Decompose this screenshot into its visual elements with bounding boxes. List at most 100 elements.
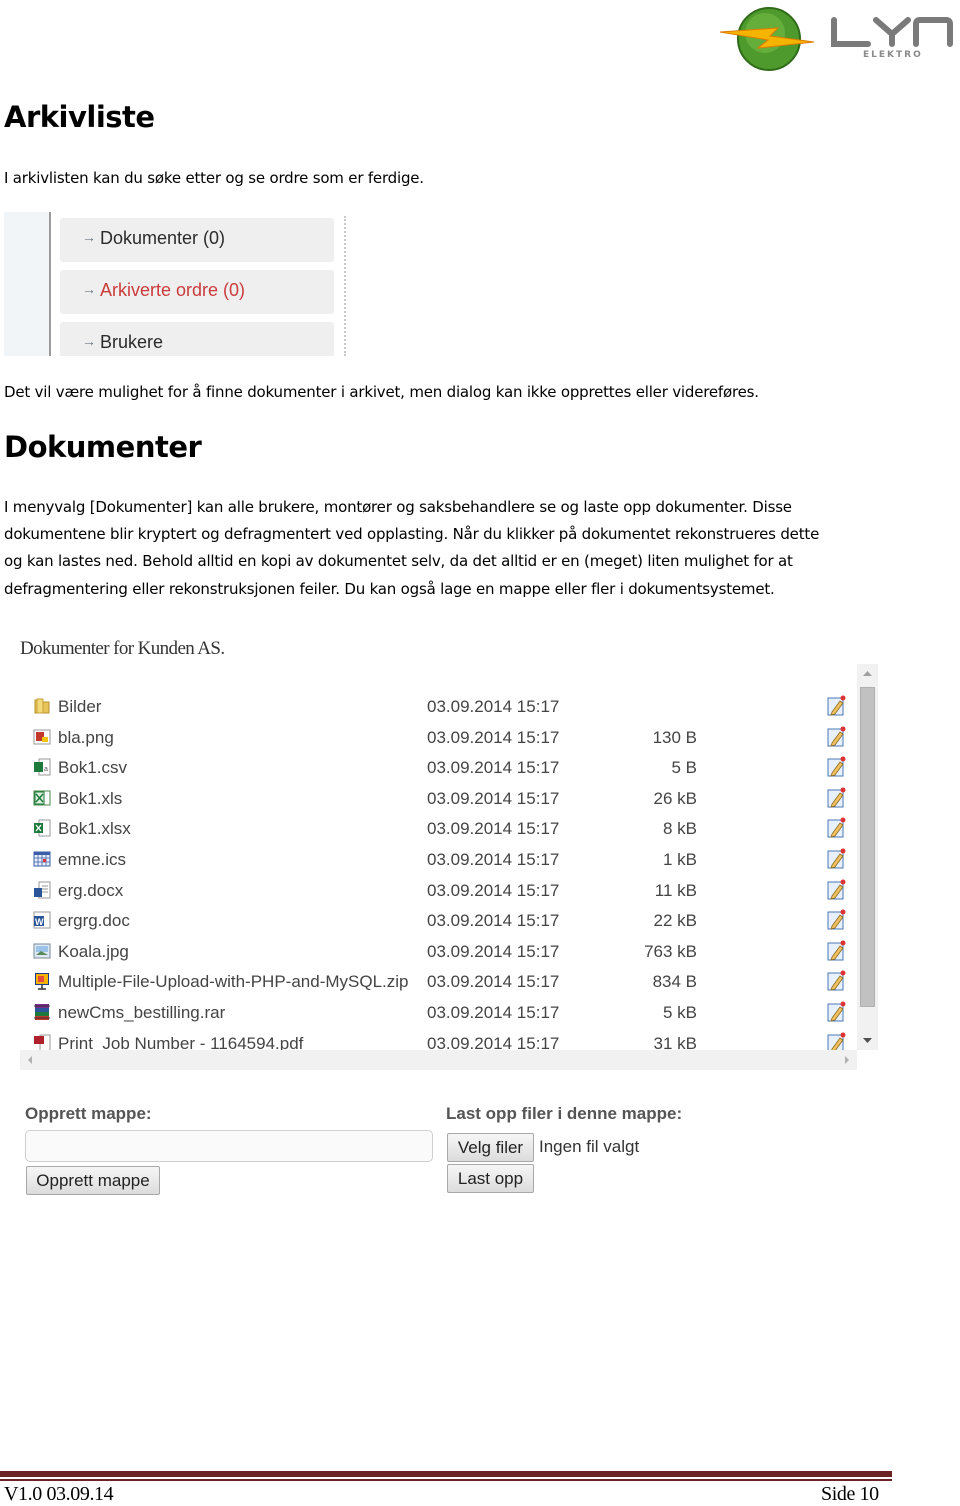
file-row[interactable]: bla.png 03.09.2014 15:17 130 B [20, 723, 855, 753]
file-row[interactable]: newCms_bestilling.rar 03.09.2014 15:17 5 k… [20, 998, 855, 1028]
file-date: 03.09.2014 15:17 [427, 819, 560, 839]
xls-file-icon [32, 788, 52, 808]
svg-text:a: a [44, 766, 48, 773]
menu-item-label: Arkiverte ordre (0) [100, 280, 246, 300]
xlsx-file-icon [32, 818, 52, 838]
paragraph-line: og kan lastes ned. Behold alltid en kopi… [4, 552, 793, 570]
file-date: 03.09.2014 15:17 [427, 788, 560, 808]
folder-name-input[interactable] [25, 1130, 433, 1162]
menu-left-strip [4, 212, 51, 356]
no-file-selected-text: Ingen fil valgt [539, 1137, 640, 1156]
menu-divider [344, 216, 346, 356]
file-row[interactable]: Koala.jpg 03.09.2014 15:17 763 kB [20, 937, 855, 967]
file-browser: Bilder 03.09.2014 15:17 bla.png 03.09.2014 … [20, 664, 878, 1074]
file-name-link[interactable]: Bok1.csv [58, 758, 127, 778]
file-name-link[interactable]: ergrg.doc [58, 911, 130, 931]
choose-files-button[interactable]: Velg filer [447, 1133, 534, 1162]
create-folder-button[interactable]: Opprett mappe [26, 1166, 160, 1195]
file-date: 03.09.2014 15:17 [427, 1033, 560, 1050]
docx-file-icon [32, 880, 52, 900]
scroll-left-arrow-icon[interactable] [20, 1050, 40, 1070]
file-name-link[interactable]: bla.png [58, 728, 114, 748]
arrow-right-icon: → [82, 281, 96, 297]
file-date: 03.09.2014 15:17 [427, 758, 560, 778]
file-row[interactable]: erg.docx 03.09.2014 15:17 11 kB [20, 876, 855, 906]
folder-icon [32, 696, 52, 716]
edit-icon[interactable] [826, 970, 846, 992]
heading-arkivliste: Arkivliste [4, 100, 155, 134]
file-name-link[interactable]: newCms_bestilling.rar [58, 1003, 225, 1023]
edit-icon[interactable] [826, 909, 846, 931]
menu-item-brukere[interactable]: → Brukere [60, 322, 334, 356]
menu-item-arkiverte-ordre[interactable]: → Arkiverte ordre (0) [60, 270, 334, 314]
scroll-right-arrow-icon[interactable] [837, 1050, 857, 1070]
scroll-down-arrow-icon[interactable] [857, 1030, 878, 1050]
file-row[interactable]: Bilder 03.09.2014 15:17 [20, 692, 855, 722]
lyn-elektro-logo: ELEKTRO [718, 2, 958, 74]
file-date: 03.09.2014 15:17 [427, 727, 560, 747]
image-file-icon [32, 941, 52, 961]
file-date: 03.09.2014 15:17 [427, 697, 560, 716]
png-file-icon [32, 727, 52, 747]
edit-icon[interactable] [826, 756, 846, 778]
edit-icon[interactable] [826, 940, 846, 962]
file-date: 03.09.2014 15:17 [427, 880, 560, 900]
arrow-right-icon: → [82, 229, 96, 245]
file-size: 5 kB [662, 1003, 697, 1022]
edit-icon[interactable] [826, 787, 846, 809]
file-size: 8 kB [662, 819, 697, 839]
file-size: 26 kB [653, 788, 697, 808]
edit-icon[interactable] [826, 1001, 846, 1023]
edit-icon[interactable] [826, 848, 846, 870]
menu-item-dokumenter[interactable]: → Dokumenter (0) [60, 218, 334, 262]
zip-file-icon [32, 971, 52, 991]
vertical-scrollbar[interactable] [857, 664, 878, 1050]
file-name-link[interactable]: erg.docx [58, 881, 123, 901]
file-row[interactable]: Print_Job Number - 1164594.pdf 03.09.2014… [20, 1029, 855, 1050]
upload-label: Last opp filer i denne mappe: [446, 1104, 683, 1123]
scrollbar-thumb[interactable] [860, 687, 875, 1007]
menu-item-label: Dokumenter (0) [100, 228, 226, 248]
intro-text: I arkivlisten kan du søke etter og se or… [4, 169, 424, 187]
file-name-link[interactable]: Bok1.xlsx [58, 819, 131, 839]
edit-icon[interactable] [826, 817, 846, 839]
file-row[interactable]: Bok1.xlsx 03.09.2014 15:17 8 kB [20, 814, 855, 844]
edit-icon[interactable] [826, 879, 846, 901]
file-row[interactable]: Wergrg.doc 03.09.2014 15:17 22 kB [20, 906, 855, 936]
create-folder-label: Opprett mappe: [25, 1104, 152, 1123]
file-size: 5 B [671, 758, 697, 778]
edit-icon[interactable] [826, 726, 846, 748]
heading-dokumenter: Dokumenter [4, 430, 202, 464]
file-name-link[interactable]: Bok1.xls [58, 789, 122, 809]
edit-icon[interactable] [826, 695, 846, 717]
file-date: 03.09.2014 15:17 [427, 941, 560, 961]
file-browser-title: Dokumenter for Kunden AS. [20, 638, 225, 659]
paragraph-line: dokumentene blir kryptert og defragmente… [4, 525, 820, 543]
scroll-up-arrow-icon[interactable] [857, 664, 878, 684]
file-size: 31 kB [653, 1033, 697, 1050]
edit-icon[interactable] [826, 1032, 846, 1050]
file-name-link[interactable]: Koala.jpg [58, 942, 129, 962]
file-date: 03.09.2014 15:17 [427, 1003, 560, 1022]
csv-file-icon: a [32, 757, 52, 777]
menu-item-label: Brukere [100, 332, 164, 352]
file-list: Bilder 03.09.2014 15:17 bla.png 03.09.2014 … [20, 692, 855, 1050]
file-row[interactable]: Multiple-File-Upload-with-PHP-and-MySQL.… [20, 967, 855, 997]
pdf-file-icon [32, 1033, 52, 1050]
file-name-link[interactable]: emne.ics [58, 850, 126, 870]
arrow-right-icon: → [82, 333, 96, 349]
file-row[interactable]: emne.ics 03.09.2014 15:17 1 kB [20, 845, 855, 875]
file-row[interactable]: Bok1.xls 03.09.2014 15:17 26 kB [20, 784, 855, 814]
file-name-link[interactable]: Print_Job Number - 1164594.pdf [58, 1034, 303, 1050]
footer-rule [0, 1471, 892, 1477]
horizontal-scrollbar[interactable] [20, 1050, 857, 1070]
file-name-link[interactable]: Multiple-File-Upload-with-PHP-and-MySQL.… [58, 972, 409, 992]
calendar-file-icon [32, 849, 52, 869]
file-name-link[interactable]: Bilder [58, 697, 101, 717]
paragraph-line: defragmentering eller rekonstruksjonen f… [4, 580, 775, 598]
logo-subtext: ELEKTRO [863, 50, 923, 60]
file-row[interactable]: a Bok1.csv 03.09.2014 15:17 5 B [20, 753, 855, 783]
upload-button[interactable]: Last opp [447, 1164, 534, 1193]
file-date: 03.09.2014 15:17 [427, 911, 560, 931]
file-size: 130 B [652, 727, 697, 747]
